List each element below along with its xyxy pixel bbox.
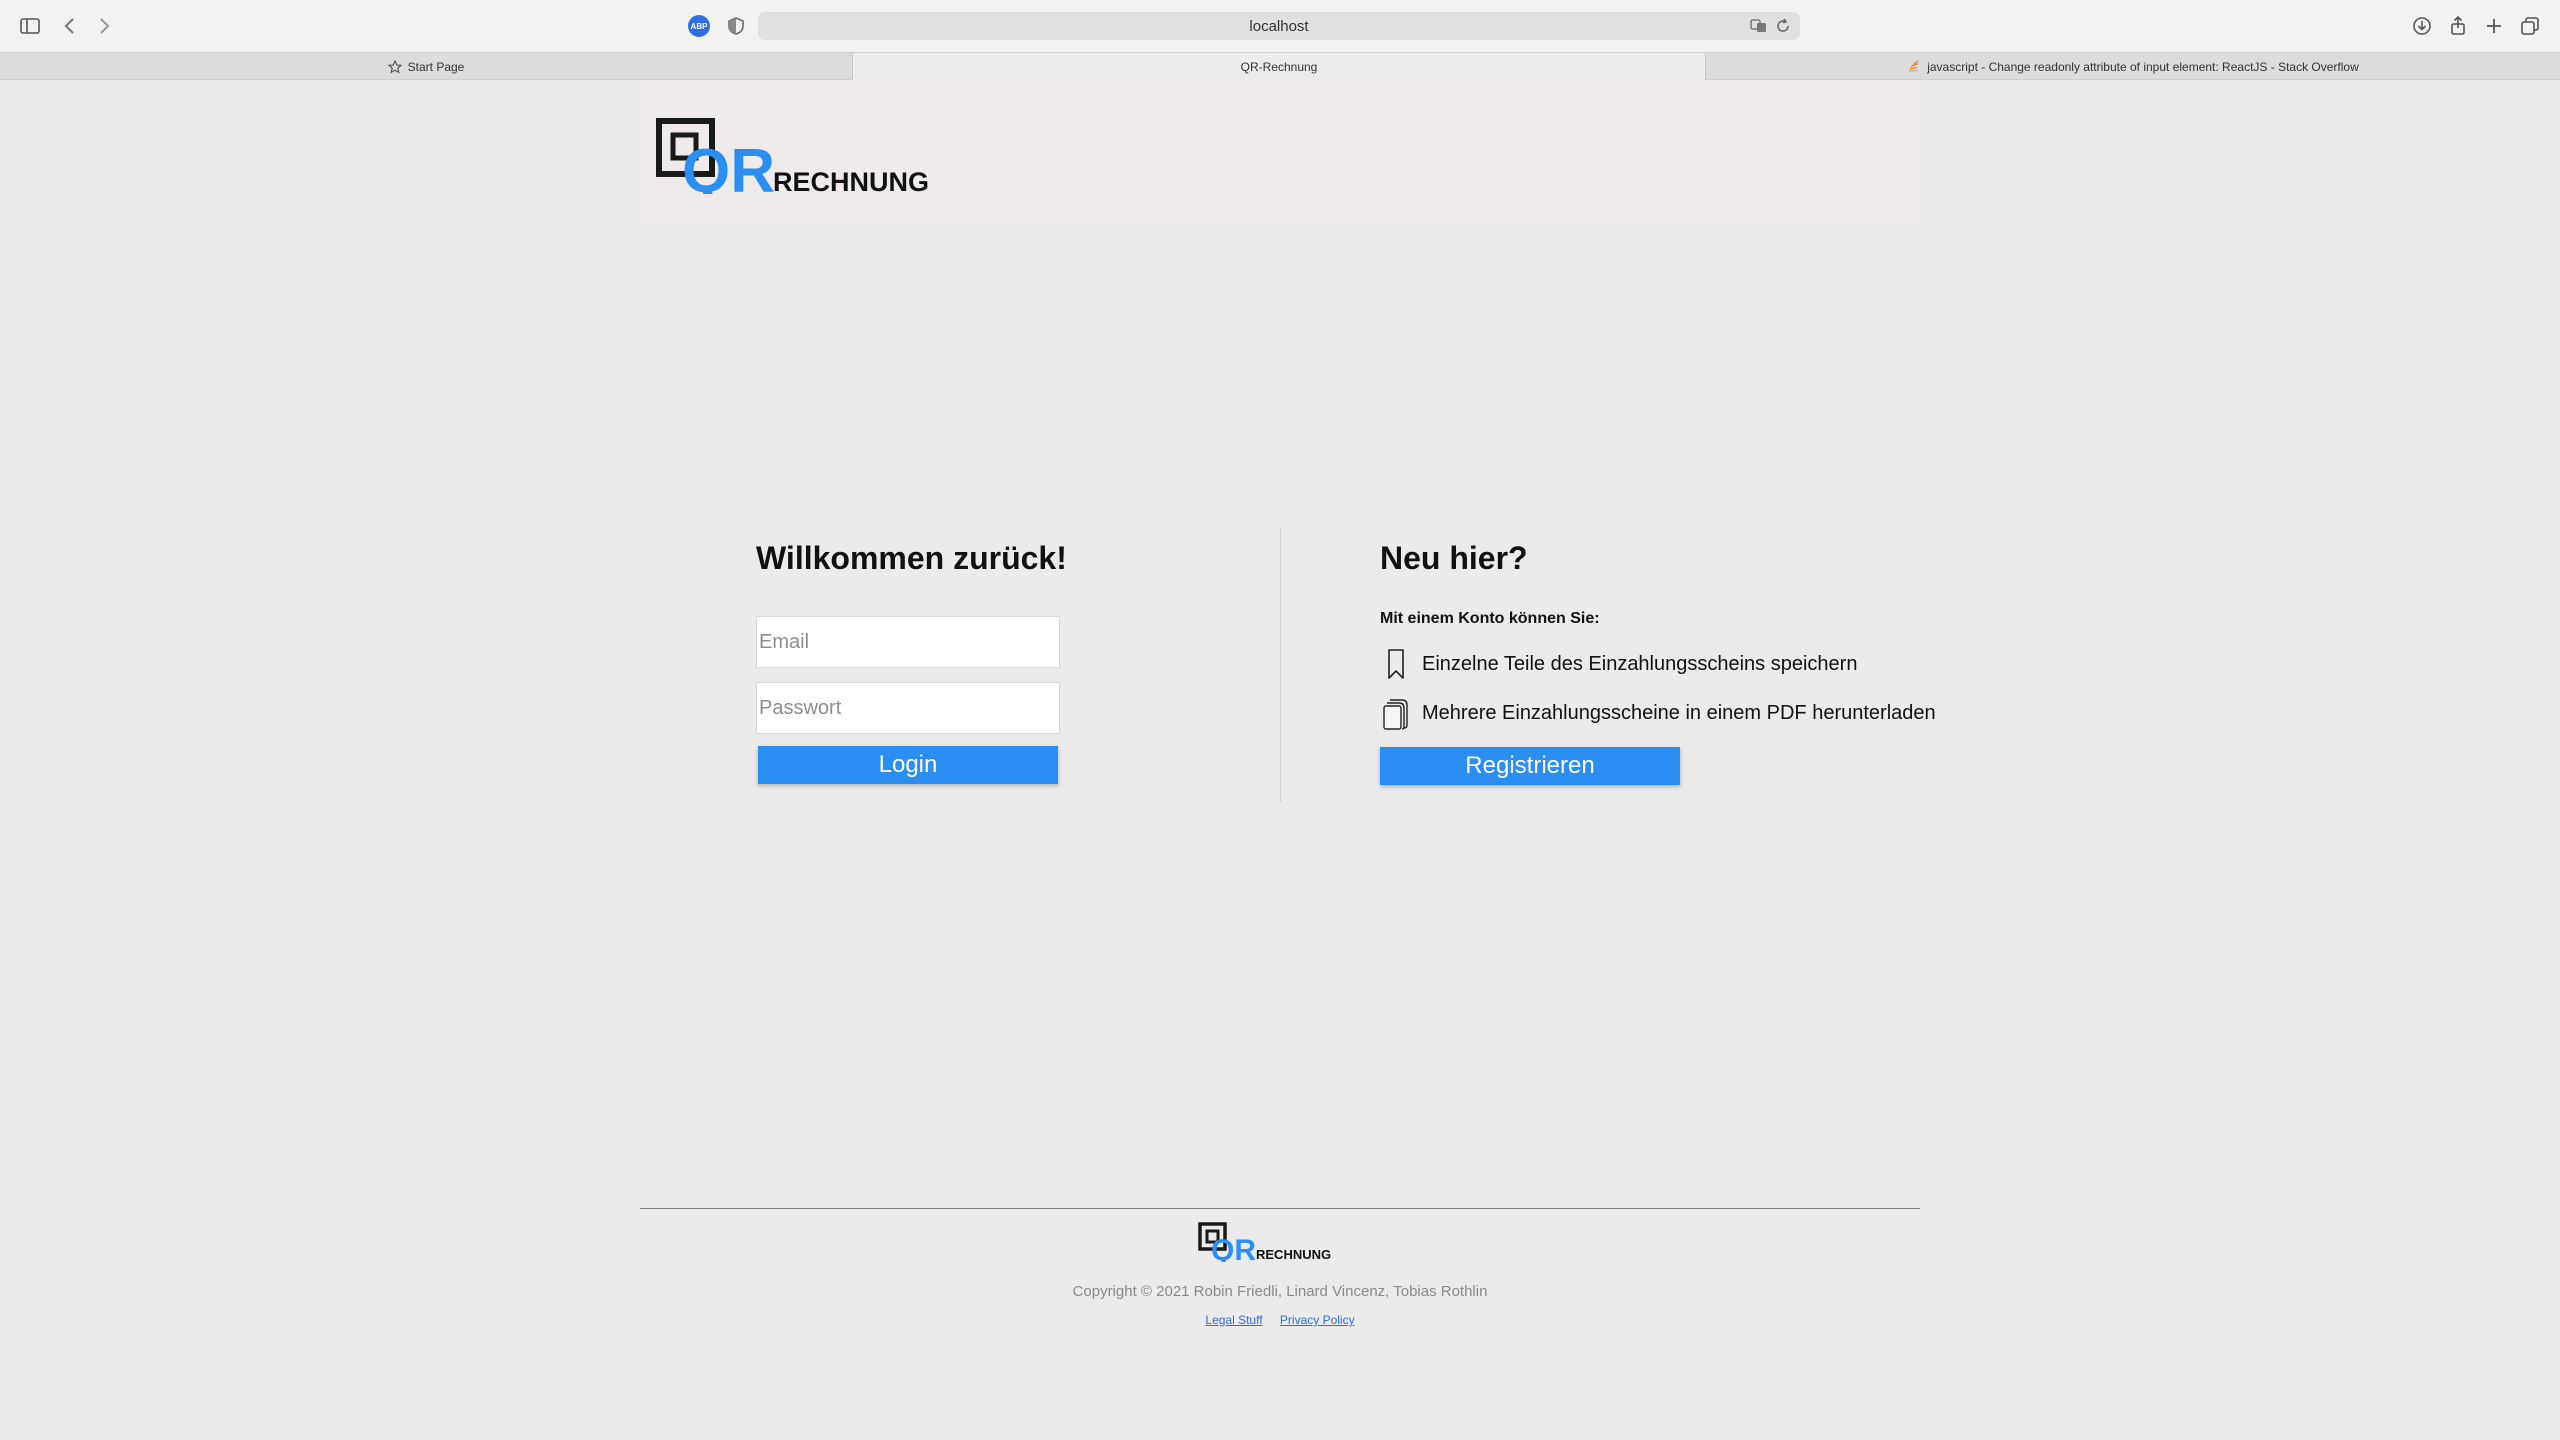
- footer-logo[interactable]: QR RECHNUNG: [1198, 1222, 1334, 1262]
- tab-label: QR-Rechnung: [1240, 59, 1318, 74]
- footer-divider: [640, 1208, 1920, 1209]
- sidebar-toggle-icon[interactable]: [18, 14, 42, 38]
- login-section: Willkommen zurück! Login: [756, 540, 1116, 784]
- feature-item: Einzelne Teile des Einzahlungsscheins sp…: [1380, 646, 1857, 682]
- star-icon: [387, 59, 402, 74]
- translate-icon[interactable]: [1750, 17, 1768, 35]
- register-subtitle: Mit einem Konto können Sie:: [1380, 610, 1600, 627]
- legal-stuff-link[interactable]: Legal Stuff: [1205, 1313, 1262, 1327]
- footer-logo-word-text: RECHNUNG: [1256, 1247, 1331, 1262]
- tab-label: javascript - Change readonly attribute o…: [1927, 59, 2359, 74]
- tab-stackoverflow[interactable]: javascript - Change readonly attribute o…: [1706, 53, 2560, 80]
- feature-item: Mehrere Einzahlungsscheine in einem PDF …: [1380, 695, 1936, 731]
- copyright-text: Copyright © 2021 Robin Friedli, Linard V…: [1072, 1283, 1488, 1300]
- privacy-shield-icon[interactable]: [724, 14, 748, 38]
- qr-rechnung-logo[interactable]: QR RECHNUNG: [656, 118, 936, 194]
- register-button[interactable]: Registrieren: [1380, 747, 1680, 785]
- tab-overview-icon[interactable]: [2518, 14, 2542, 38]
- column-divider: [1280, 528, 1281, 802]
- reload-icon[interactable]: [1774, 17, 1792, 35]
- adblock-extension-icon[interactable]: ABP: [688, 15, 710, 37]
- address-bar[interactable]: localhost: [758, 12, 1800, 40]
- feature-text: Mehrere Einzahlungsscheine in einem PDF …: [1422, 701, 1936, 724]
- logo-qr-text: QR: [682, 137, 775, 194]
- register-title: Neu hier?: [1380, 540, 1528, 576]
- forward-icon[interactable]: [92, 14, 116, 38]
- logo-word-text: RECHNUNG: [773, 167, 929, 194]
- downloads-icon[interactable]: [2410, 14, 2434, 38]
- tab-bar: Start Page QR-Rechnung javascript - Chan…: [0, 52, 2560, 80]
- tab-label: Start Page: [407, 59, 465, 74]
- bookmark-icon: [1388, 649, 1404, 679]
- footer-links: Legal Stuff Privacy Policy: [0, 1313, 2560, 1327]
- tab-start-page[interactable]: Start Page: [0, 53, 853, 80]
- email-input[interactable]: [756, 616, 1060, 668]
- feature-text: Einzelne Teile des Einzahlungsscheins sp…: [1422, 652, 1858, 675]
- login-title: Willkommen zurück!: [756, 540, 1067, 576]
- share-icon[interactable]: [2446, 14, 2470, 38]
- register-section: Neu hier? Mit einem Konto können Sie: Ei…: [1380, 540, 1940, 785]
- browser-toolbar: ABP localhost: [0, 0, 2560, 52]
- documents-icon: [1383, 699, 1408, 730]
- footer-logo-qr-text: QR: [1211, 1234, 1256, 1262]
- address-text: localhost: [1249, 17, 1309, 35]
- password-input[interactable]: [756, 682, 1060, 734]
- stackoverflow-favicon-icon: [1909, 59, 1919, 71]
- privacy-policy-link[interactable]: Privacy Policy: [1280, 1313, 1355, 1327]
- login-button[interactable]: Login: [758, 746, 1058, 784]
- tab-qr-rechnung[interactable]: QR-Rechnung: [853, 53, 1706, 80]
- back-icon[interactable]: [58, 14, 82, 38]
- new-tab-icon[interactable]: [2482, 14, 2506, 38]
